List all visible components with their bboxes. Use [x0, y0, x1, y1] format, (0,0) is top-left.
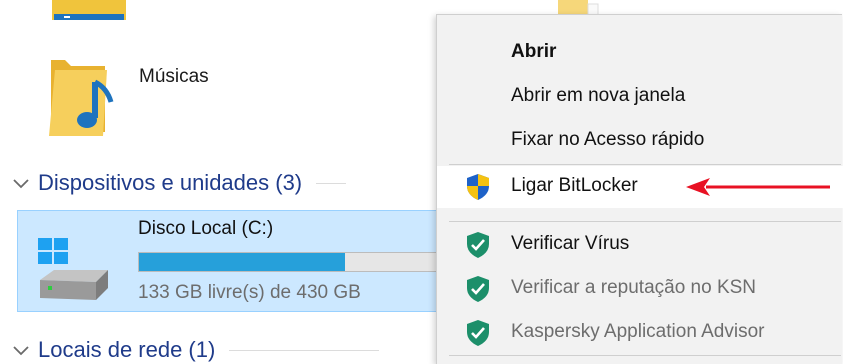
group-divider: [316, 182, 347, 184]
windows-drive-icon: [34, 234, 112, 306]
menu-item-verificar-virus[interactable]: Verificar Vírus: [437, 224, 843, 264]
menu-item-fixar-acesso-rapido[interactable]: Fixar no Acesso rápido: [437, 120, 843, 160]
group-divider: [229, 349, 380, 351]
kaspersky-shield-icon: [467, 276, 489, 302]
drive-usage-bar: [138, 252, 438, 272]
kaspersky-shield-icon: [467, 232, 489, 258]
menu-item-label: Verificar Vírus: [511, 233, 630, 254]
menu-separator: [449, 221, 841, 222]
menu-item-reputacao-ksn[interactable]: Verificar a reputação no KSN: [437, 268, 843, 308]
menu-item-abrir-nova-janela[interactable]: Abrir em nova janela: [437, 76, 843, 116]
menu-item-label: Abrir em nova janela: [511, 85, 686, 106]
menu-item-abrir[interactable]: Abrir: [437, 32, 843, 72]
drive-usage-fill: [139, 253, 345, 271]
chevron-down-icon[interactable]: [10, 172, 32, 194]
menu-item-label: Ligar BitLocker: [511, 175, 638, 196]
chevron-down-icon[interactable]: [10, 339, 32, 361]
devices-group-header[interactable]: Dispositivos e unidades (3): [10, 170, 347, 196]
music-folder-label: Músicas: [139, 66, 209, 87]
menu-item-label: Abrir: [511, 41, 557, 62]
menu-item-kaspersky-advisor[interactable]: Kaspersky Application Advisor: [437, 312, 843, 352]
drive-free-space: 133 GB livre(s) de 430 GB: [138, 282, 361, 303]
menu-item-label: Fixar no Acesso rápido: [511, 129, 705, 150]
menu-separator: [449, 164, 841, 165]
network-group-header[interactable]: Locais de rede (1): [10, 337, 380, 363]
network-group-label: Locais de rede (1): [38, 337, 216, 362]
devices-group-label: Dispositivos e unidades (3): [38, 170, 303, 195]
kaspersky-shield-icon: [467, 320, 489, 346]
red-arrow-annotation: [684, 176, 834, 198]
uac-shield-icon: [467, 174, 489, 200]
menu-item-label: Kaspersky Application Advisor: [511, 321, 765, 342]
menu-separator: [449, 355, 841, 356]
menu-item-label: Verificar a reputação no KSN: [511, 277, 757, 298]
folder-icon[interactable]: [48, 0, 132, 22]
drive-name: Disco Local (C:): [138, 218, 274, 239]
music-folder-icon[interactable]: [45, 52, 123, 142]
